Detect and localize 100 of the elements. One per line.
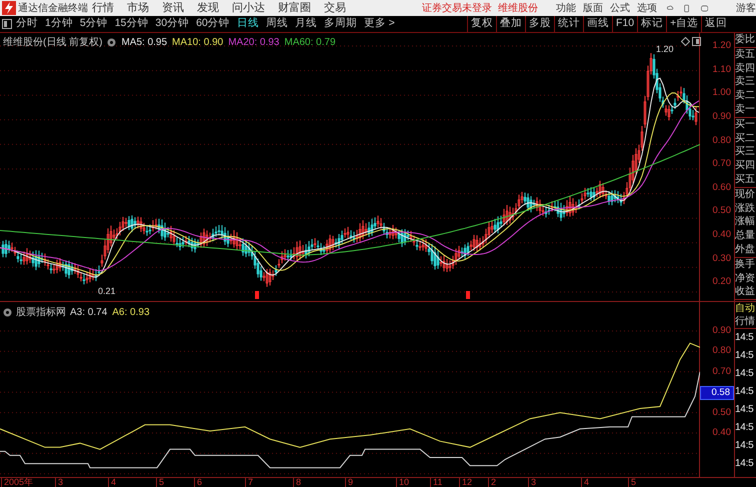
menu-item[interactable]: 版面 <box>583 0 603 16</box>
tool-button[interactable]: 返回 <box>701 16 730 32</box>
tool-button[interactable]: 画线 <box>583 16 612 32</box>
tool-button[interactable]: 叠加 <box>496 16 525 32</box>
date-label: 12 <box>459 477 472 487</box>
axis-label: 0.40 <box>712 426 732 439</box>
menu-item[interactable]: 行情 <box>92 0 114 16</box>
date-label: 5 <box>628 477 636 487</box>
indicator-value: MA20: 0.93 <box>228 36 280 50</box>
axis-label: 1.20 <box>712 41 732 53</box>
menu-item[interactable]: 资讯 <box>162 0 184 16</box>
menu-item[interactable]: 公式 <box>610 0 630 16</box>
quote-field-label: 涨幅 <box>735 215 756 230</box>
menu-item[interactable]: 发现 <box>197 0 219 16</box>
phone-icon[interactable] <box>684 2 689 14</box>
axis-label: 1.10 <box>712 64 732 77</box>
date-label: 11 <box>430 477 442 487</box>
trade-time: 14:5 <box>735 385 754 399</box>
quote-field-label: 卖四 <box>735 62 756 76</box>
trade-time: 14:5 <box>735 367 754 381</box>
quote-field-label: 涨跌 <box>735 202 756 216</box>
quote-field-label: 卖五 <box>735 48 756 62</box>
axis-label: 0.50 <box>712 206 732 218</box>
mode-label[interactable]: 自动 <box>735 302 756 315</box>
menu-item[interactable]: 问小达 <box>232 0 265 16</box>
axis-label: 0.80 <box>712 345 732 358</box>
tool-button[interactable]: +自选 <box>666 16 702 32</box>
tool-button[interactable]: 统计 <box>554 16 583 32</box>
tool-button[interactable]: 多股 <box>525 16 554 32</box>
period-tab[interactable]: 15分钟 <box>114 16 148 32</box>
menu-item[interactable]: 选项 <box>637 0 657 16</box>
date-label: 2005年 <box>1 477 34 487</box>
trade-time: 14:5 <box>735 421 754 435</box>
axis-label: 0.70 <box>712 159 732 172</box>
quote-field-label: 买五 <box>735 172 756 187</box>
menu-item[interactable]: 财富圈 <box>278 0 311 16</box>
chart-title: 维维股份(日线 前复权) <box>3 36 102 50</box>
quote-field-label: 买四 <box>735 159 756 173</box>
signal-marker-icon <box>466 291 470 299</box>
date-label: 4 <box>108 477 116 487</box>
signal-marker-icon <box>255 291 259 299</box>
indicator-value: MA5: 0.95 <box>121 36 168 50</box>
tool-button[interactable]: 标记 <box>637 16 666 32</box>
stock-name: 维维股份 <box>498 2 539 16</box>
period-tab[interactable]: 月线 <box>294 16 317 32</box>
axis-label: 0.20 <box>712 277 732 290</box>
panel-toggle-icon[interactable] <box>2 19 12 29</box>
trade-time: 14:5 <box>735 457 754 471</box>
indicator-value: MA60: 0.79 <box>284 36 336 50</box>
period-tab[interactable]: 日线 <box>236 16 259 32</box>
high-price-label: 1.20 <box>656 43 674 56</box>
menu-item[interactable]: 市场 <box>127 0 149 16</box>
period-tab[interactable]: 1分钟 <box>45 16 73 32</box>
period-tab[interactable]: 多周期 <box>324 16 357 32</box>
menu-item[interactable]: 功能 <box>556 0 576 16</box>
date-label: 7 <box>245 477 254 487</box>
quote-field-label: 委比 <box>735 33 756 47</box>
quote-field-label: 买一 <box>735 118 756 132</box>
axis-label: 0.70 <box>712 366 732 378</box>
indicator-value: A3: 0.74 <box>70 306 108 320</box>
message-icon[interactable] <box>700 4 708 12</box>
date-label: 5 <box>156 477 164 487</box>
tool-button[interactable]: F10 <box>612 16 638 32</box>
current-value-label: 0.58 <box>700 386 734 400</box>
trade-time: 14:5 <box>735 349 754 363</box>
axis-label: 0.30 <box>712 254 732 266</box>
period-tab[interactable]: 更多 > <box>364 16 395 32</box>
gear-icon[interactable] <box>3 308 12 317</box>
quote-field-label: 换手 <box>735 258 756 272</box>
user-label[interactable]: 游客 <box>736 0 756 16</box>
date-label: 3 <box>55 477 64 487</box>
axis-label: 0.40 <box>712 230 732 242</box>
menu-item[interactable]: 交易 <box>324 0 346 16</box>
period-tab[interactable]: 5分钟 <box>80 16 108 32</box>
window-icon[interactable] <box>692 37 701 46</box>
login-notice[interactable]: 证券交易未登录 <box>422 0 492 16</box>
date-label: 4 <box>581 477 590 487</box>
period-tab[interactable]: 分时 <box>16 16 38 32</box>
axis-label: 0.60 <box>712 182 732 195</box>
date-label: 10 <box>396 477 410 487</box>
quote-field-label: 卖一 <box>735 102 756 117</box>
period-tab[interactable]: 30分钟 <box>155 16 190 32</box>
indicator-value: MA10: 0.90 <box>172 36 224 50</box>
trade-time: 14:5 <box>735 439 754 453</box>
period-tab[interactable]: 周线 <box>266 16 288 32</box>
indicator-value: A6: 0.93 <box>112 306 150 320</box>
chart-title: 股票指标网 <box>16 306 66 320</box>
quote-field-label: 卖二 <box>735 89 756 103</box>
quote-field-label: 净资 <box>735 272 756 286</box>
axis-label: 0.90 <box>712 112 732 124</box>
trade-time: 14:5 <box>735 403 754 417</box>
date-label: 6 <box>194 477 202 487</box>
tool-button[interactable]: 复权 <box>467 16 496 32</box>
quote-field-label: 收益 <box>735 285 756 300</box>
date-label: 9 <box>345 477 354 487</box>
axis-label: 0.50 <box>712 406 732 419</box>
gear-icon[interactable] <box>107 38 116 47</box>
diamond-icon[interactable] <box>681 37 690 46</box>
app-name: 通达信金融终端 <box>18 2 89 16</box>
period-tab[interactable]: 60分钟 <box>196 16 230 32</box>
